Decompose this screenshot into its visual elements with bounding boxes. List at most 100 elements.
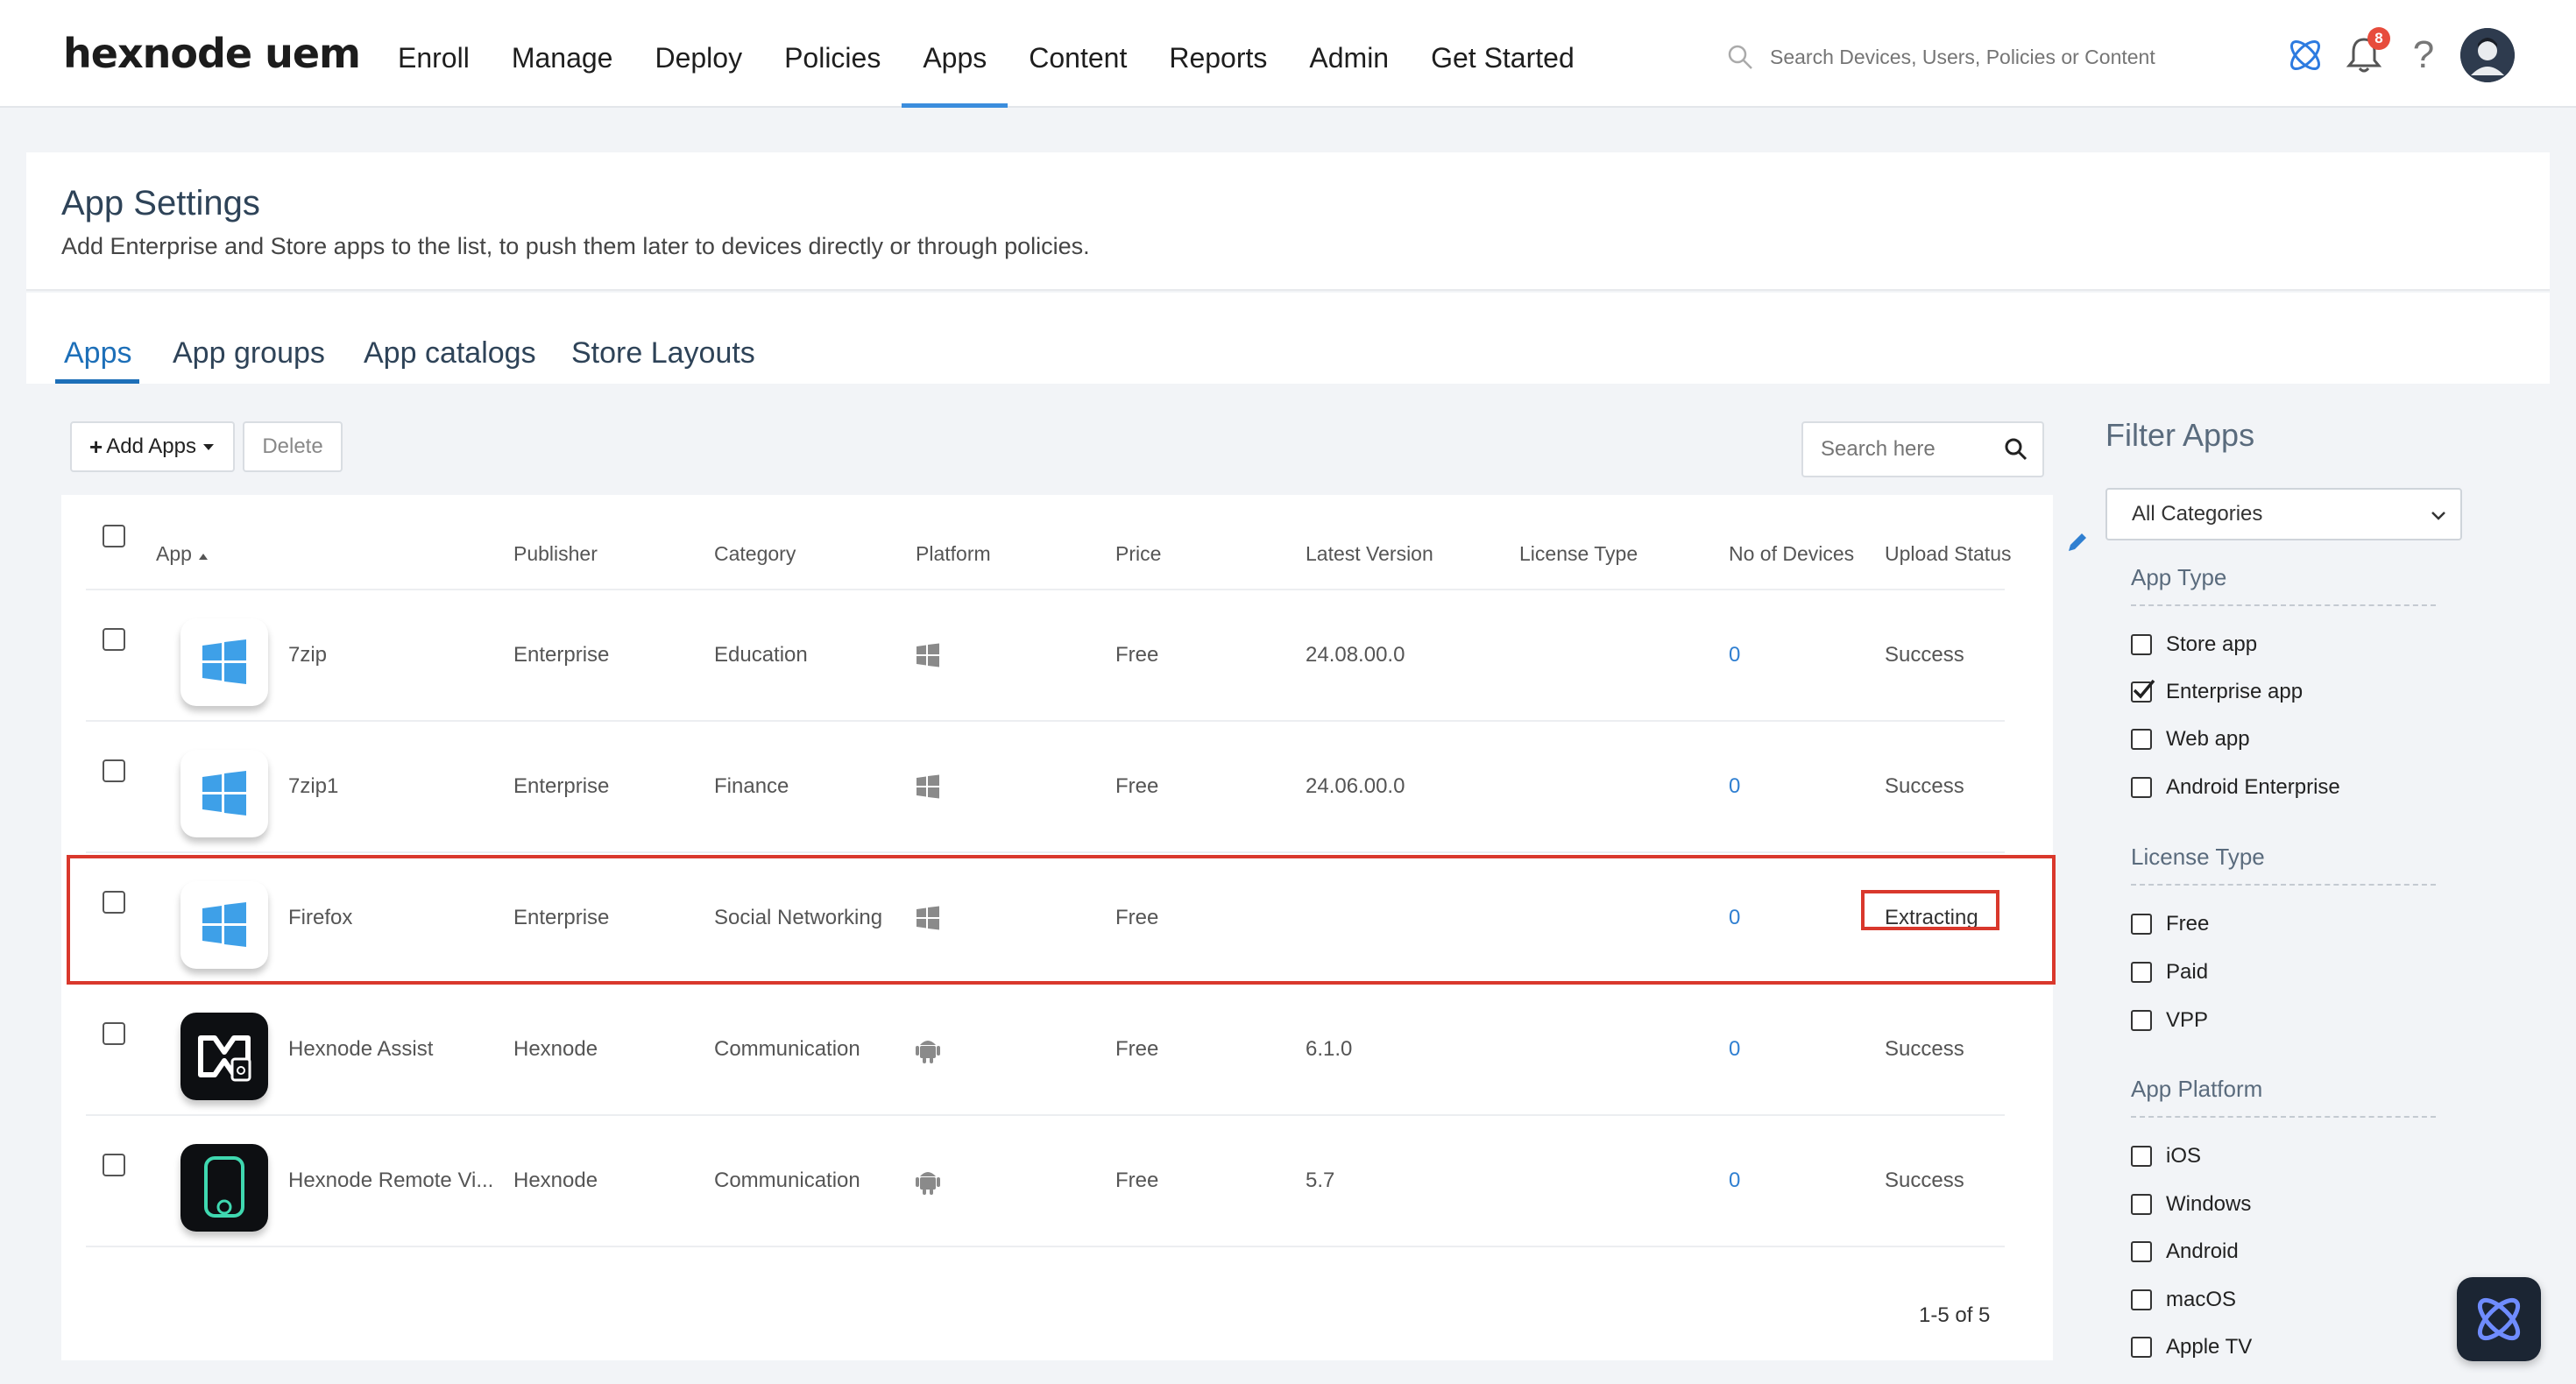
app-name[interactable]: Hexnode Remote Vi... [288,1169,493,1193]
search-icon[interactable] [2004,437,2028,462]
checkbox[interactable] [2131,1337,2152,1358]
table-row[interactable]: Firefox Enterprise Social Networking Fre… [86,853,2005,985]
tab-apps[interactable]: Apps [64,336,132,371]
nav-admin[interactable]: Admin [1288,0,1410,108]
checkbox-checked[interactable] [2131,679,2155,703]
checkbox[interactable] [2131,634,2152,655]
row-checkbox[interactable] [103,1154,125,1176]
checkbox[interactable] [2131,777,2152,798]
global-search [1726,39,2217,74]
column-header-no-of-devices[interactable]: No of Devices [1729,542,1854,566]
filter-license-vpp[interactable]: VPP [2131,1007,2208,1034]
filter-section-license-type: License Type [2131,844,2265,870]
nav-content[interactable]: Content [1008,0,1148,108]
row-checkbox[interactable] [103,891,125,914]
category-select[interactable]: All Categories [2105,488,2462,540]
app-name[interactable]: Hexnode Assist [288,1037,433,1062]
filter-platform-ios[interactable]: iOS [2131,1143,2201,1169]
filter-web-app[interactable]: Web app [2131,726,2250,752]
android-icon [916,1035,940,1070]
tab-app-catalogs[interactable]: App catalogs [364,336,536,371]
select-all-checkbox[interactable] [103,525,125,547]
column-header-license-type[interactable]: License Type [1519,542,1638,566]
table-row[interactable]: Hexnode Assist Hexnode Communication Fre… [86,985,2005,1116]
column-header-latest-version[interactable]: Latest Version [1306,542,1433,566]
app-name[interactable]: 7zip1 [288,774,338,799]
column-header-price[interactable]: Price [1115,542,1161,566]
row-checkbox[interactable] [103,1022,125,1045]
notifications-button[interactable]: 8 [2345,27,2390,76]
filter-license-paid[interactable]: Paid [2131,959,2208,985]
filter-platform-apple-tv[interactable]: Apple TV [2131,1334,2252,1360]
nav-get-started[interactable]: Get Started [1410,0,1596,108]
filter-platform-windows[interactable]: Windows [2131,1191,2251,1218]
publisher: Enterprise [513,643,610,667]
category-select-value: All Categories [2132,502,2263,526]
upload-status: Success [1885,1037,1964,1061]
sort-ascending-icon [199,554,209,560]
filter-license-free[interactable]: Free [2131,911,2209,937]
device-count-link[interactable]: 0 [1729,774,1740,799]
device-count-link[interactable]: 0 [1729,1169,1740,1193]
add-apps-button[interactable]: + Add Apps [70,421,235,472]
section-divider [2131,884,2436,886]
app-search-input[interactable] [1821,437,1996,462]
app-name[interactable]: Firefox [288,906,352,930]
hexnode-remote-logo-icon [180,1144,268,1232]
caret-down-icon [202,444,214,450]
checkbox[interactable] [2131,1289,2152,1310]
price: Free [1115,774,1159,798]
delete-button[interactable]: Delete [243,421,343,472]
latest-version: 24.06.00.0 [1306,774,1405,798]
table-row[interactable]: 7zip1 Enterprise Finance Free 24.06.00.0… [86,722,2005,853]
table-row[interactable]: Hexnode Remote Vi... Hexnode Communicati… [86,1116,2005,1247]
filter-store-app[interactable]: Store app [2131,632,2257,658]
device-count-link[interactable]: 0 [1729,1037,1740,1062]
hexnode-logo[interactable]: hexnode uem [63,30,361,77]
app-search-box [1801,421,2044,477]
nav-policies[interactable]: Policies [763,0,902,108]
category: Education [714,643,808,667]
tab-app-groups[interactable]: App groups [173,336,325,371]
table-row[interactable]: 7zip Enterprise Education Free 24.08.00.… [86,590,2005,722]
filter-enterprise-app[interactable]: Enterprise app [2131,679,2303,705]
nav-manage[interactable]: Manage [491,0,634,108]
checkbox[interactable] [2131,1241,2152,1262]
pencil-icon[interactable] [2066,531,2089,554]
nav-deploy[interactable]: Deploy [633,0,763,108]
tab-store-layouts[interactable]: Store Layouts [571,336,755,371]
column-header-platform[interactable]: Platform [916,542,991,566]
nav-reports[interactable]: Reports [1148,0,1288,108]
filter-platform-android[interactable]: Android [2131,1239,2239,1265]
price: Free [1115,1169,1159,1192]
checkbox[interactable] [2131,1010,2152,1031]
hexnode-atom-icon[interactable] [2285,35,2325,75]
nav-enroll[interactable]: Enroll [377,0,491,108]
plus-icon: + [89,433,103,460]
device-count-link[interactable]: 0 [1729,643,1740,667]
column-header-publisher[interactable]: Publisher [513,542,598,566]
checkbox[interactable] [2131,914,2152,935]
row-checkbox[interactable] [103,628,125,651]
global-search-input[interactable] [1770,45,2208,69]
upload-status: Extracting [1885,906,1978,929]
hexnode-chat-button[interactable] [2457,1277,2541,1361]
chevron-down-icon [2431,512,2445,520]
filter-android-enterprise[interactable]: Android Enterprise [2131,774,2340,801]
filter-platform-macos[interactable]: macOS [2131,1287,2236,1313]
column-header-upload-status[interactable]: Upload Status [1885,542,2011,566]
column-header-category[interactable]: Category [714,542,796,566]
checkbox[interactable] [2131,1194,2152,1215]
category: Communication [714,1037,860,1061]
price: Free [1115,906,1159,929]
row-checkbox[interactable] [103,759,125,782]
help-icon[interactable]: ? [2406,33,2441,77]
app-name[interactable]: 7zip [288,643,327,667]
nav-apps[interactable]: Apps [902,0,1008,108]
checkbox[interactable] [2131,729,2152,750]
avatar[interactable] [2460,28,2515,82]
checkbox[interactable] [2131,1146,2152,1167]
device-count-link[interactable]: 0 [1729,906,1740,930]
column-header-app[interactable]: App [156,542,209,566]
checkbox[interactable] [2131,962,2152,983]
